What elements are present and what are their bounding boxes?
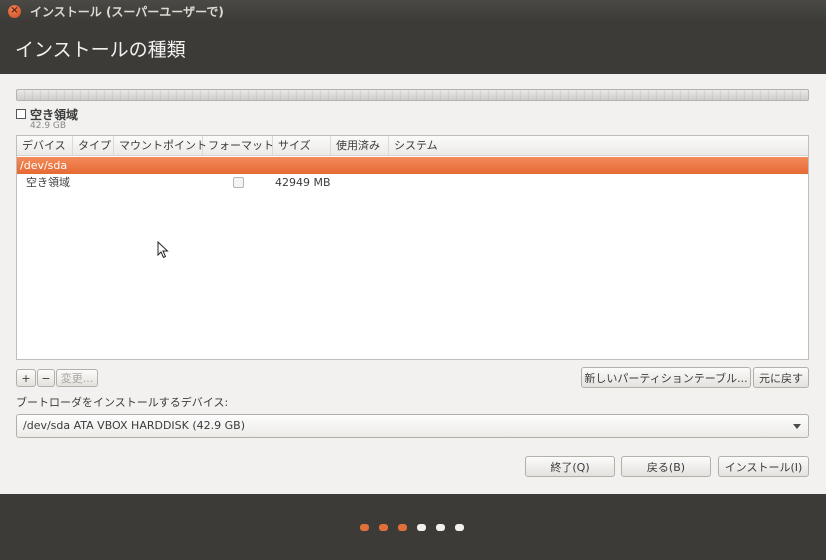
partition-table[interactable]: デバイス タイプ マウントポイント フォーマット サイズ 使用済み システム /… (16, 135, 809, 360)
progress-dots (360, 524, 464, 531)
back-button[interactable]: 戻る(B) (621, 456, 711, 477)
window-title: インストール (スーパーユーザーで) (30, 4, 224, 19)
close-icon[interactable]: × (8, 4, 21, 18)
column-system[interactable]: システム (389, 136, 810, 155)
progress-dot-pending (455, 524, 464, 531)
partition-bar (16, 89, 809, 101)
row-size: 42949 MB (275, 176, 331, 189)
progress-dot-done (379, 524, 388, 531)
table-row[interactable]: 空き領域 42949 MB (17, 174, 808, 191)
column-used[interactable]: 使用済み (331, 136, 389, 155)
page-title: インストールの種類 (15, 39, 186, 61)
column-type[interactable]: タイプ (73, 136, 114, 155)
format-checkbox[interactable] (233, 177, 244, 188)
legend-size: 42.9 GB (30, 121, 67, 131)
content-area: 空き領域 42.9 GB デバイス タイプ マウントポイント フォーマット サイ… (0, 74, 826, 494)
mouse-pointer-icon (157, 241, 169, 259)
progress-dot-done (398, 524, 407, 531)
column-mount-point[interactable]: マウントポイント (114, 136, 207, 155)
column-device[interactable]: デバイス (17, 136, 73, 155)
change-partition-button[interactable]: 変更... (56, 369, 98, 387)
add-partition-button[interactable]: + (16, 369, 36, 387)
column-size[interactable]: サイズ (273, 136, 331, 155)
footer (0, 494, 826, 560)
table-header: デバイス タイプ マウントポイント フォーマット サイズ 使用済み システム (17, 136, 808, 156)
bootloader-label: ブートローダをインストールするデバイス: (16, 396, 229, 409)
column-format[interactable]: フォーマット (203, 136, 274, 155)
install-button[interactable]: インストール(I) (718, 456, 809, 477)
revert-button[interactable]: 元に戻す (753, 367, 809, 388)
bootloader-device-select[interactable]: /dev/sda ATA VBOX HARDDISK (42.9 GB) (16, 414, 809, 438)
progress-dot-pending (417, 524, 426, 531)
partition-legend: 空き領域 42.9 GB (16, 106, 78, 131)
new-partition-table-button[interactable]: 新しいパーティションテーブル... (581, 367, 751, 388)
row-device: 空き領域 (26, 176, 70, 189)
title-bar: × インストール (スーパーユーザーで) (0, 0, 826, 22)
page-header: インストールの種類 (0, 22, 826, 74)
free-space-swatch (16, 109, 26, 119)
bootloader-selected-value: /dev/sda ATA VBOX HARDDISK (42.9 GB) (23, 419, 246, 432)
progress-dot-pending (436, 524, 445, 531)
dropdown-arrow-icon (793, 424, 801, 429)
table-row-selected[interactable]: /dev/sda (17, 157, 808, 174)
remove-partition-button[interactable]: − (37, 369, 55, 387)
quit-button[interactable]: 終了(Q) (525, 456, 615, 477)
progress-dot-done (360, 524, 369, 531)
